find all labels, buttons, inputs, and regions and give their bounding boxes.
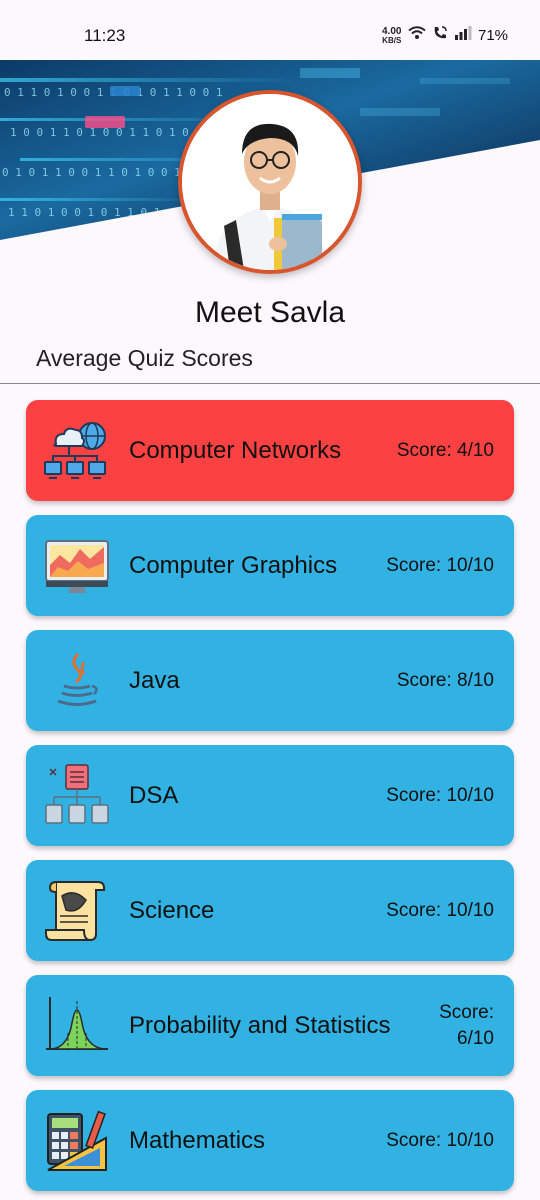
quiz-score-list: Computer Networks Score: 4/10 Computer G… <box>26 400 514 1200</box>
quiz-card-mathematics[interactable]: Mathematics Score: 10/10 <box>26 1090 514 1191</box>
wifi-icon <box>408 26 426 39</box>
student-photo <box>182 94 358 270</box>
quiz-subject: Computer Networks <box>129 436 342 464</box>
quiz-card-dsa[interactable]: DSA Score: 10/10 <box>26 745 514 846</box>
quiz-subject: Computer Graphics <box>129 551 338 579</box>
computer-network-icon <box>44 422 106 479</box>
quiz-score: Score: 10/10 <box>386 554 494 576</box>
profile-name: Meet Savla <box>194 296 346 329</box>
battery-level: 71% <box>478 27 509 44</box>
quiz-score: Score: 6/10 <box>439 1001 494 1049</box>
status-icons <box>408 25 472 41</box>
signal-icon <box>455 26 472 40</box>
quiz-subject: Probability and Statistics <box>129 1011 391 1039</box>
quiz-subject: DSA <box>129 781 179 809</box>
status-time: 11:23 <box>84 26 126 45</box>
dsa-icon <box>45 764 109 824</box>
quiz-card-probability-statistics[interactable]: Probability and Statistics Score: 6/10 <box>26 975 514 1076</box>
quiz-subject: Java <box>129 666 180 694</box>
quiz-score: Score: 10/10 <box>386 1129 494 1151</box>
quiz-subject: Science <box>129 896 215 924</box>
network-speed: 4.00 KB/S <box>382 27 401 45</box>
quiz-card-science[interactable]: Science Score: 10/10 <box>26 860 514 961</box>
section-title: Average Quiz Scores <box>36 345 253 371</box>
quiz-score: Score: 4/10 <box>396 439 494 461</box>
probability-chart-icon <box>46 997 108 1050</box>
science-scroll-icon <box>45 881 105 941</box>
status-bar: 11:23 4.00 KB/S 71% <box>0 0 540 60</box>
quiz-score: Score: 8/10 <box>396 669 494 691</box>
quiz-card-computer-graphics[interactable]: Computer Graphics Score: 10/10 <box>26 515 514 616</box>
quiz-score: Score: 10/10 <box>386 899 494 921</box>
call-icon <box>434 26 447 39</box>
svg-text:0 1 0 1 1 0 0 1 1 0 1 0 0 1 1: 0 1 0 1 1 0 0 1 1 0 1 0 0 1 1 <box>2 166 194 179</box>
calculator-icon <box>47 1110 107 1171</box>
computer-graphics-icon <box>45 540 109 593</box>
section-divider <box>0 383 540 384</box>
quiz-score: Score: 10/10 <box>386 784 494 806</box>
network-speed-unit: KB/S <box>382 36 402 45</box>
quiz-card-computer-networks[interactable]: Computer Networks Score: 4/10 <box>26 400 514 501</box>
quiz-card-java[interactable]: Java Score: 8/10 <box>26 630 514 731</box>
java-icon <box>57 652 98 706</box>
profile-avatar[interactable] <box>178 90 362 274</box>
quiz-subject: Mathematics <box>129 1126 266 1154</box>
